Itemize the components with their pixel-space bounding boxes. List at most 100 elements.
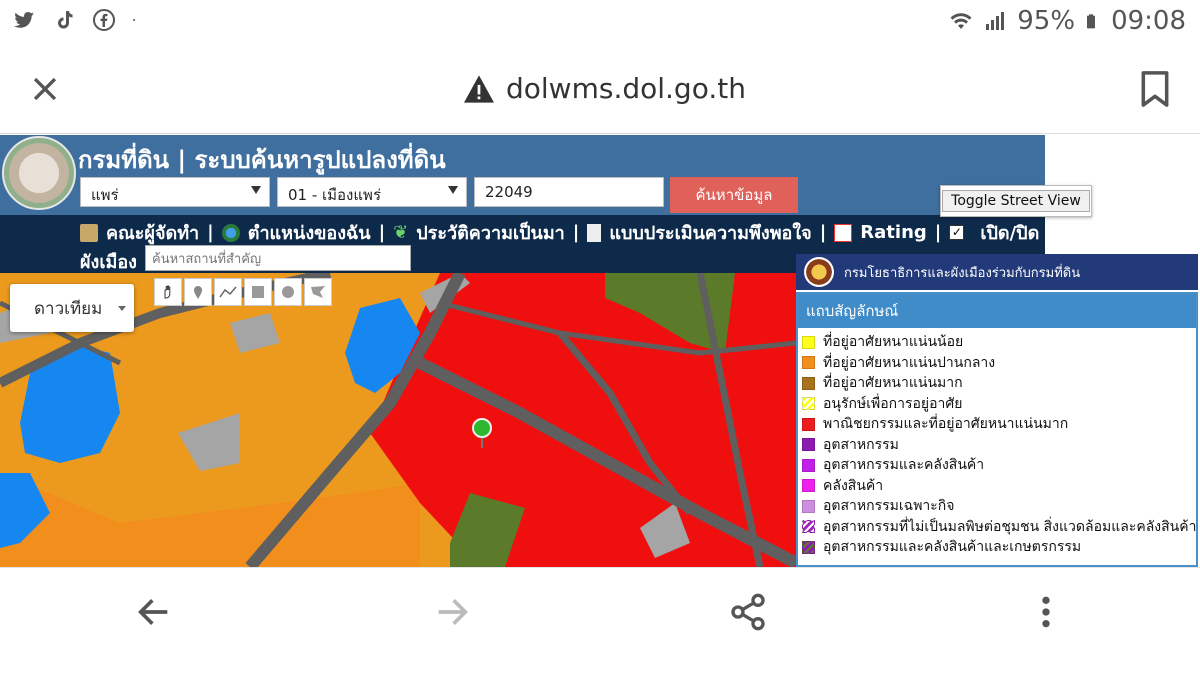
district-value: 01 - เมืองแพร่ [288, 186, 381, 204]
signal-icon [986, 12, 1005, 30]
toggle-street-view-button[interactable]: Toggle Street View [940, 185, 1092, 217]
warning-icon[interactable] [462, 74, 496, 104]
marker-icon[interactable] [184, 278, 212, 306]
legend-label: อุตสาหกรรมเฉพาะกิจ [823, 498, 955, 515]
screen: 95% 09:08 dolwms.dol.go.th กรมที่ดิน | ร… [0, 0, 1200, 675]
chevron-down-icon [251, 186, 261, 194]
legend-item: อุตสาหกรรมที่ไม่เป็นมลพิษต่อชุมชน สิ่งแว… [798, 517, 1196, 538]
browser-toolbar: dolwms.dol.go.th [0, 48, 1200, 134]
legend-list: ที่อยู่อาศัยหนาแน่นน้อย ที่อยู่อาศัยหนาแ… [798, 328, 1196, 558]
province-select[interactable]: แพร่ [80, 177, 270, 207]
map-type-label: ดาวเทียม [34, 298, 103, 319]
legend-swatch [802, 458, 815, 472]
forward-arrow-icon[interactable] [432, 592, 472, 632]
legend-swatch [802, 540, 815, 554]
place-search-input[interactable] [145, 245, 411, 271]
legend-swatch [802, 397, 815, 411]
status-bar: 95% 09:08 [0, 0, 1200, 48]
legend-label: อุตสาหกรรมและคลังสินค้า [823, 457, 985, 474]
legend-item: อุตสาหกรรมเฉพาะกิจ [798, 496, 1196, 517]
hand-icon[interactable] [154, 278, 182, 306]
legend-title: แถบสัญลักษณ์ [798, 294, 1196, 328]
province-value: แพร่ [91, 186, 119, 204]
share-icon[interactable] [728, 592, 768, 632]
nav-separator: | [378, 222, 386, 243]
dot-icon [133, 18, 136, 22]
clock: 09:08 [1111, 6, 1186, 36]
legend-item: อุตสาหกรรม [798, 435, 1196, 456]
chevron-down-icon [448, 186, 458, 194]
wifi-icon [950, 13, 972, 29]
team-icon [80, 223, 98, 242]
bookmark-icon[interactable] [1140, 70, 1170, 108]
legend-swatch [802, 438, 815, 452]
legend-swatch [802, 499, 815, 513]
chart-icon [834, 223, 853, 242]
tiktok-icon [58, 11, 73, 29]
document-icon [587, 223, 602, 242]
nav-separator: | [572, 222, 580, 243]
checkbox-icon[interactable]: ✓ [949, 225, 965, 240]
search-button[interactable]: ค้นหาข้อมูล [670, 177, 798, 213]
nav-item-cityplan[interactable]: ผังเมือง [80, 247, 137, 276]
close-icon[interactable] [28, 72, 62, 106]
twitter-icon [14, 12, 34, 28]
circle-icon[interactable] [274, 278, 302, 306]
legend-item: อุตสาหกรรมและคลังสินค้าและเกษตรกรรม [798, 537, 1196, 558]
polyline-icon[interactable] [214, 278, 242, 306]
back-arrow-icon[interactable] [134, 592, 174, 632]
legend-agency-name: กรมโยธาธิการและผังเมืองร่วมกับกรมที่ดิน [844, 265, 1081, 281]
department-seal-logo [2, 136, 76, 210]
legend-item: ที่อยู่อาศัยหนาแน่นปานกลาง [798, 353, 1196, 374]
map-type-dropdown[interactable]: ดาวเทียม [10, 284, 134, 332]
rectangle-icon[interactable] [244, 278, 272, 306]
legend-label: คลังสินค้า [823, 477, 884, 494]
legend-swatch [802, 520, 815, 534]
nav-links: คณะผู้จัดทำ | ตำแหน่งของฉัน | ❦ ประวัติค… [80, 218, 1053, 247]
battery-percent: 95% [1017, 6, 1076, 36]
legend-swatch [802, 417, 815, 431]
legend-label: พาณิชยกรรมและที่อยู่อาศัยหนาแน่นมาก [823, 416, 1069, 433]
sprout-icon: ❦ [393, 222, 409, 243]
battery-icon [1087, 14, 1096, 29]
legend-swatch [802, 356, 815, 370]
legend-label: อุตสาหกรรมและคลังสินค้าและเกษตรกรรม [823, 539, 1082, 556]
legend-label: ที่อยู่อาศัยหนาแน่นปานกลาง [823, 354, 996, 371]
browser-bottom-bar [0, 567, 1200, 675]
agency-logo [804, 257, 834, 287]
nav-item-toggle-cityplan[interactable]: เปิด/ปิด - [980, 218, 1053, 247]
nav-separator: | [207, 222, 214, 243]
chevron-down-icon [118, 306, 126, 311]
legend-label: ที่อยู่อาศัยหนาแน่นน้อย [823, 334, 964, 351]
legend-item: ที่อยู่อาศัยหนาแน่นน้อย [798, 332, 1196, 353]
legend-swatch [802, 376, 815, 390]
legend-panel: แถบสัญลักษณ์ ที่อยู่อาศัยหนาแน่นน้อย ที่… [796, 292, 1198, 567]
legend-item: พาณิชยกรรมและที่อยู่อาศัยหนาแน่นมาก [798, 414, 1196, 435]
district-select[interactable]: 01 - เมืองแพร่ [277, 177, 467, 207]
nav-item-my-location[interactable]: ตำแหน่งของฉัน [248, 218, 371, 247]
parcel-code-input[interactable]: 22049 [474, 177, 664, 207]
polygon-icon[interactable] [304, 278, 332, 306]
legend-item: อุตสาหกรรมและคลังสินค้า [798, 455, 1196, 476]
page-title: กรมที่ดิน | ระบบค้นหารูปแปลงที่ดิน [78, 146, 446, 174]
nav-item-rating[interactable]: Rating [860, 222, 926, 243]
legend-swatch [802, 479, 815, 493]
globe-icon [221, 223, 240, 242]
nav-separator: | [934, 222, 942, 243]
more-vert-icon[interactable] [1026, 592, 1066, 632]
location-marker-icon[interactable] [472, 418, 492, 438]
nav-item-history[interactable]: ประวัติความเป็นมา [416, 218, 565, 247]
nav-item-survey[interactable]: แบบประเมินความพึงพอใจ [609, 218, 811, 247]
nav-item-team[interactable]: คณะผู้จัดทำ [106, 218, 199, 247]
legend-label: ที่อยู่อาศัยหนาแน่นมาก [823, 375, 963, 392]
legend-item: ที่อยู่อาศัยหนาแน่นมาก [798, 373, 1196, 394]
legend-label: อุตสาหกรรม [823, 436, 899, 453]
nav-separator: | [819, 222, 827, 243]
legend-agency-bar: กรมโยธาธิการและผังเมืองร่วมกับกรมที่ดิน [796, 254, 1198, 290]
facebook-icon [93, 9, 115, 31]
legend-item: อนุรักษ์เพื่อการอยู่อาศัย [798, 394, 1196, 415]
legend-label: อนุรักษ์เพื่อการอยู่อาศัย [823, 395, 963, 412]
address-bar[interactable]: dolwms.dol.go.th [462, 72, 746, 105]
legend-label: อุตสาหกรรมที่ไม่เป็นมลพิษต่อชุมชน สิ่งแว… [823, 518, 1197, 535]
url-text: dolwms.dol.go.th [506, 72, 746, 105]
